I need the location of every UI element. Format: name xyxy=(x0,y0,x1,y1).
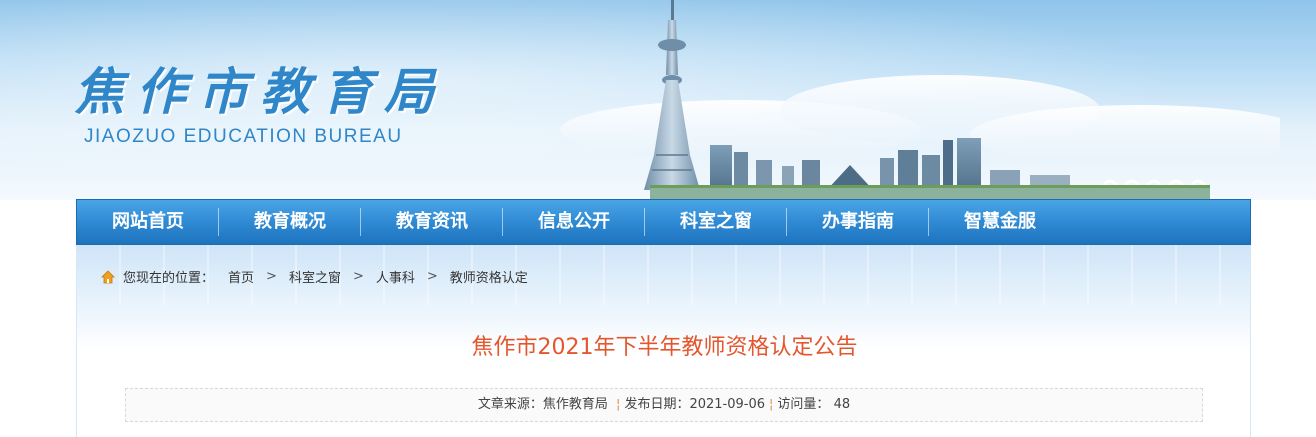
breadcrumb-separator: > xyxy=(266,269,277,284)
views-value: 48 xyxy=(833,397,851,412)
article-meta: 文章来源：焦作教育局 ¦ 发布日期：2021-09-06 ¦ 访问量： 48 xyxy=(125,388,1203,422)
meta-divider: ¦ xyxy=(616,397,621,412)
breadcrumb-certification[interactable]: 教师资格认定 xyxy=(450,267,528,286)
nav-item-disclosure[interactable]: 信息公开 xyxy=(503,200,645,244)
source-label: 文章来源： xyxy=(477,397,543,412)
nav-item-overview[interactable]: 教育概况 xyxy=(219,200,361,244)
breadcrumb-home[interactable]: 首页 xyxy=(228,267,254,286)
source-value: 焦作教育局 xyxy=(542,397,608,412)
site-logo-text[interactable]: 焦作市教育局 xyxy=(74,52,446,124)
breadcrumb-hr[interactable]: 人事科 xyxy=(376,267,415,286)
breadcrumb-separator: > xyxy=(352,269,364,284)
breadcrumb-prefix: 您现在的位置： xyxy=(123,271,215,286)
nav-item-guide[interactable]: 办事指南 xyxy=(787,200,929,244)
nav-item-finance[interactable]: 智慧金服 xyxy=(929,200,1071,244)
nav-item-home[interactable]: 网站首页 xyxy=(77,200,219,244)
home-icon xyxy=(101,269,115,283)
article-title: 焦作市2021年下半年教师资格认定公告 xyxy=(471,335,858,360)
breadcrumb-departments[interactable]: 科室之窗 xyxy=(289,267,341,286)
breadcrumb: 您现在的位置： 首页 > 科室之窗 > 人事科 > 教师资格认定 xyxy=(101,267,528,286)
city-skyline-image xyxy=(560,0,1280,200)
article-panel: 您现在的位置： 首页 > 科室之窗 > 人事科 > 教师资格认定 焦作市2021… xyxy=(76,245,1251,437)
nav-item-departments[interactable]: 科室之窗 xyxy=(645,200,787,244)
site-logo-subtitle: JIAOZUO EDUCATION BUREAU xyxy=(84,126,403,147)
meta-divider: ¦ xyxy=(769,397,774,412)
views-label: 访问量： xyxy=(777,397,830,412)
nav-item-news[interactable]: 教育资讯 xyxy=(361,200,503,244)
date-label: 发布日期： xyxy=(624,397,690,412)
header-banner: 焦作市教育局 JIAOZUO EDUCATION BUREAU xyxy=(0,0,1316,200)
date-value: 2021-09-06 xyxy=(689,397,766,412)
breadcrumb-separator: > xyxy=(426,269,438,284)
main-nav: 网站首页 教育概况 教育资讯 信息公开 科室之窗 办事指南 智慧金服 xyxy=(76,199,1251,245)
